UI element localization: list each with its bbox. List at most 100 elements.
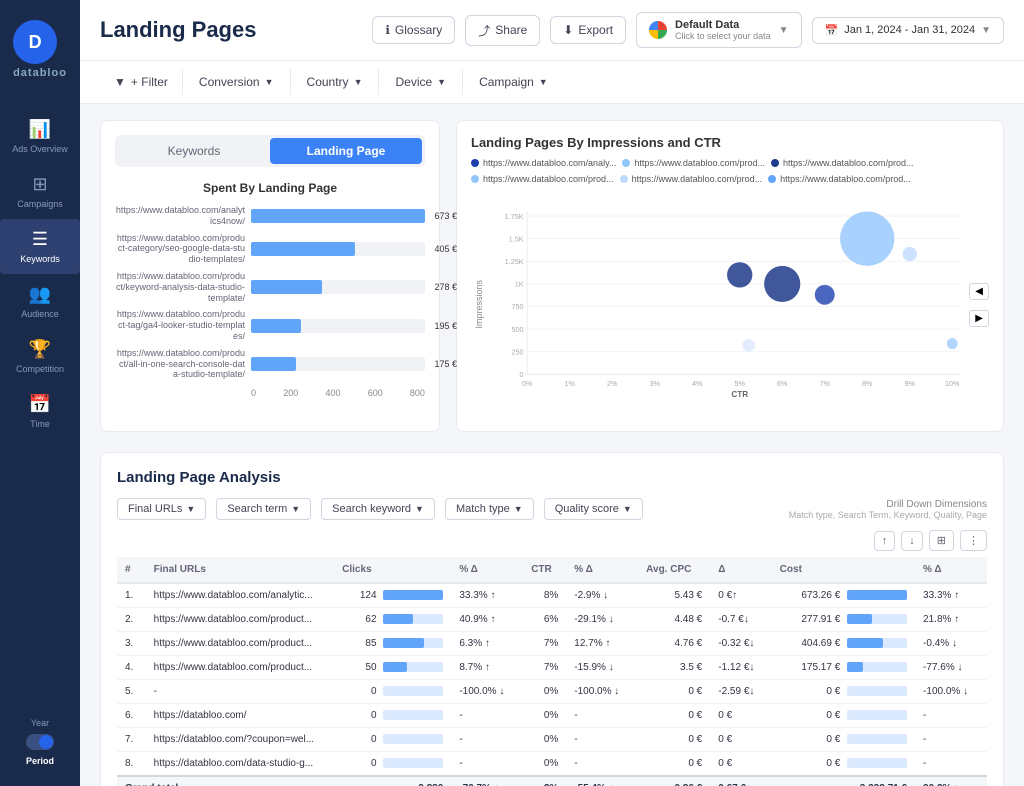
- cell-ctr-delta: -29.1% ↓: [566, 608, 638, 632]
- cell-clicks: 0: [334, 704, 451, 728]
- dimension-row: Final URLs ▼ Search term ▼ Search keywor…: [117, 498, 987, 520]
- search-term-dim[interactable]: Search term ▼: [216, 498, 311, 520]
- landing-page-tab[interactable]: Landing Page: [270, 138, 422, 164]
- legend-item: https://www.databloo.com/analy...: [471, 158, 616, 168]
- sidebar-item-campaigns[interactable]: ⊞ Campaigns: [0, 164, 80, 219]
- cell-url: https://www.databloo.com/product...: [146, 632, 334, 656]
- svg-text:5%: 5%: [734, 379, 745, 388]
- scatter-plot-area: 0 250 500 750 1K 1.25K 1.5: [491, 192, 961, 417]
- export-button[interactable]: ⬇ Export: [550, 16, 626, 44]
- period-toggle[interactable]: Year Period: [26, 718, 54, 766]
- quality-score-label: Quality score: [555, 503, 619, 515]
- cell-num: 5.: [117, 680, 146, 704]
- quality-score-dim[interactable]: Quality score ▼: [544, 498, 643, 520]
- scatter-bubble: [742, 339, 755, 352]
- grand-total-avg-cpc: 0.86 €: [638, 776, 710, 786]
- export-icon: ⬇: [563, 23, 573, 37]
- cell-url: https://databloo.com/?coupon=wel...: [146, 728, 334, 752]
- cell-cost: 0 €: [772, 752, 915, 777]
- bar-row: https://www.databloo.com/product/keyword…: [115, 271, 425, 303]
- sort-down-button[interactable]: ↓: [901, 531, 923, 551]
- legend-item: https://www.databloo.com/prod...: [771, 158, 914, 168]
- final-urls-dim[interactable]: Final URLs ▼: [117, 498, 206, 520]
- cost-bar: [847, 638, 907, 648]
- chevron-down-icon: ▼: [291, 504, 300, 514]
- conversion-filter[interactable]: Conversion ▼: [183, 69, 291, 95]
- bar-row: https://www.databloo.com/analytics4now/6…: [115, 205, 425, 227]
- cost-bar: [847, 758, 907, 768]
- cell-clicks-delta: 8.7% ↑: [451, 656, 523, 680]
- columns-button[interactable]: ⊞: [929, 530, 954, 551]
- keywords-tab[interactable]: Keywords: [118, 138, 270, 164]
- sidebar-item-time[interactable]: 📅 Time: [0, 384, 80, 439]
- share-button[interactable]: ⤴ Share: [465, 15, 540, 46]
- bar-track: 175 €: [251, 357, 425, 371]
- sort-up-button[interactable]: ↑: [874, 531, 896, 551]
- legend-label: https://www.databloo.com/prod...: [780, 174, 911, 184]
- cell-url: https://databloo.com/data-studio-g...: [146, 752, 334, 777]
- grand-total-clicks: 3,880: [334, 776, 451, 786]
- campaign-label: Campaign: [479, 75, 534, 89]
- chevron-down-icon: ▼: [354, 77, 363, 87]
- chevron-down-icon: ▼: [779, 25, 789, 36]
- google-ads-info: Default Data Click to select your data: [675, 19, 771, 41]
- cell-ctr: 0%: [523, 752, 566, 777]
- cell-ctr: 0%: [523, 680, 566, 704]
- cell-avg-cpc: 0 €: [638, 752, 710, 777]
- clicks-bar: [383, 638, 443, 648]
- sidebar-item-label: Campaigns: [17, 199, 63, 209]
- sidebar-item-keywords[interactable]: ☰ Keywords: [0, 219, 80, 274]
- table-row: 1. https://www.databloo.com/analytic... …: [117, 583, 987, 608]
- sidebar-item-audience[interactable]: 👥 Audience: [0, 274, 80, 329]
- table-row: 8. https://databloo.com/data-studio-g...…: [117, 752, 987, 777]
- top-row: Keywords Landing Page Spent By Landing P…: [100, 120, 1004, 432]
- chevron-down-icon: ▼: [981, 25, 991, 36]
- date-range-picker[interactable]: 📅 Jan 1, 2024 - Jan 31, 2024 ▼: [812, 17, 1005, 44]
- google-ads-pill[interactable]: Default Data Click to select your data ▼: [636, 12, 801, 48]
- cell-num: 4.: [117, 656, 146, 680]
- svg-text:1.25K: 1.25K: [505, 257, 524, 266]
- legend-dot: [771, 159, 779, 167]
- search-keyword-label: Search keyword: [332, 503, 411, 515]
- add-filter-button[interactable]: ▼ + Filter: [100, 69, 183, 95]
- scatter-nav: ◀ ▶: [965, 192, 989, 417]
- bar-axis: 0200400600800: [115, 388, 425, 398]
- toggle-track: [26, 734, 54, 750]
- sidebar-item-competition[interactable]: 🏆 Competition: [0, 329, 80, 384]
- country-filter[interactable]: Country ▼: [291, 69, 380, 95]
- competition-icon: 🏆: [29, 339, 51, 360]
- scatter-legend: https://www.databloo.com/analy... https:/…: [471, 158, 989, 184]
- grand-total-clicks-delta: -70.7% ↓: [451, 776, 523, 786]
- ads-overview-icon: 📊: [29, 119, 51, 140]
- bar-row: https://www.databloo.com/product/all-in-…: [115, 348, 425, 380]
- cell-clicks: 124: [334, 583, 451, 608]
- y-axis-label: Impressions: [474, 280, 484, 329]
- chevron-down-icon: ▼: [514, 504, 523, 514]
- cell-num: 6.: [117, 704, 146, 728]
- more-options-button[interactable]: ⋮: [960, 530, 987, 551]
- bar-chart: https://www.databloo.com/analytics4now/6…: [115, 205, 425, 380]
- conversion-label: Conversion: [199, 75, 260, 89]
- sidebar-item-ads-overview[interactable]: 📊 Ads Overview: [0, 109, 80, 164]
- col-num: #: [117, 557, 146, 583]
- svg-text:1K: 1K: [515, 280, 524, 289]
- glossary-button[interactable]: ℹ Glossary: [372, 16, 455, 44]
- scatter-next-button[interactable]: ▶: [969, 310, 989, 327]
- spent-panel: Keywords Landing Page Spent By Landing P…: [100, 120, 440, 432]
- clicks-bar: [383, 662, 443, 672]
- search-keyword-dim[interactable]: Search keyword ▼: [321, 498, 435, 520]
- cell-avg-cpc-delta: 0 €: [710, 728, 771, 752]
- sidebar: D databloo 📊 Ads Overview ⊞ Campaigns ☰ …: [0, 0, 80, 786]
- col-avg-cpc: Avg. CPC: [638, 557, 710, 583]
- table-row: 7. https://databloo.com/?coupon=wel... 0…: [117, 728, 987, 752]
- bar-value: 195 €: [434, 321, 457, 331]
- campaign-filter[interactable]: Campaign ▼: [463, 69, 564, 95]
- match-type-dim[interactable]: Match type ▼: [445, 498, 534, 520]
- bar-fill: [251, 357, 296, 371]
- logo[interactable]: D: [13, 20, 57, 64]
- glossary-label: Glossary: [395, 23, 442, 37]
- scatter-prev-button[interactable]: ◀: [969, 283, 989, 300]
- legend-label: https://www.databloo.com/prod...: [632, 174, 763, 184]
- legend-label: https://www.databloo.com/analy...: [483, 158, 616, 168]
- device-filter[interactable]: Device ▼: [379, 69, 463, 95]
